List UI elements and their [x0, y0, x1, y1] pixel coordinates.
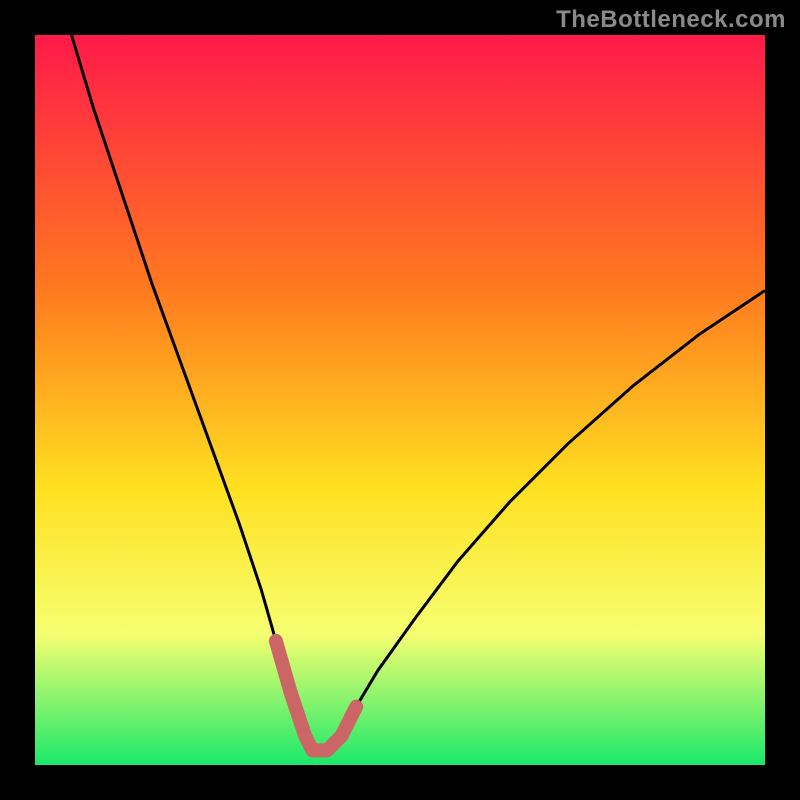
gradient-background: [35, 35, 765, 765]
watermark-text: TheBottleneck.com: [556, 6, 786, 34]
bottleneck-plot: [35, 35, 765, 765]
chart-frame: TheBottleneck.com: [0, 0, 800, 800]
